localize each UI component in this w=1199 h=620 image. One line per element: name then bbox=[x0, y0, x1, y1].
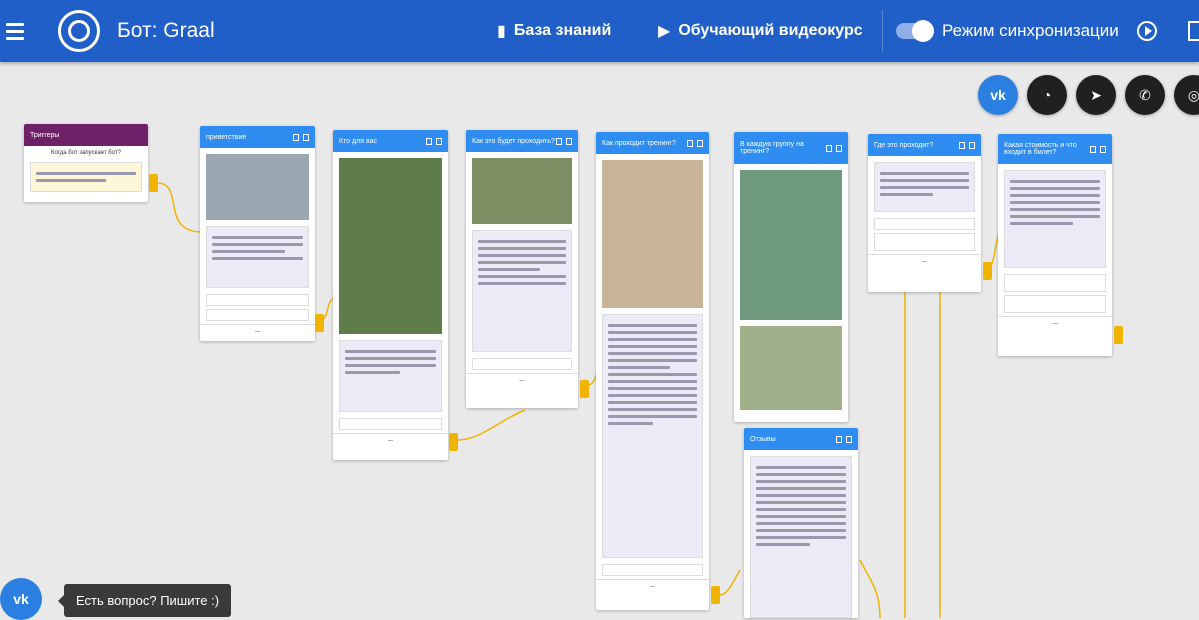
connector-handle[interactable] bbox=[315, 314, 324, 332]
card-header: В каждую группу на тренинг? bbox=[734, 132, 848, 164]
card-title: Отзывы bbox=[750, 435, 776, 443]
delete-icon[interactable] bbox=[846, 435, 852, 443]
add-button-link[interactable]: — bbox=[596, 579, 709, 594]
add-button-link[interactable]: — bbox=[868, 254, 981, 269]
answer-button[interactable] bbox=[206, 294, 309, 306]
answer-button[interactable] bbox=[1004, 274, 1106, 292]
message-text bbox=[750, 456, 852, 618]
delete-icon[interactable] bbox=[303, 133, 309, 141]
card-header: Как проходит тренинг? bbox=[596, 132, 709, 154]
add-button-link[interactable]: — bbox=[333, 433, 448, 448]
answer-button[interactable] bbox=[602, 564, 703, 576]
answer-button[interactable] bbox=[472, 358, 572, 370]
step-card[interactable]: Отзывы bbox=[744, 428, 858, 618]
people-photo bbox=[602, 160, 703, 308]
answer-button[interactable] bbox=[339, 418, 442, 430]
card-header: Какая стоимость и что входит в билет? bbox=[998, 134, 1112, 164]
card-title: Кто для вас bbox=[339, 137, 377, 145]
step-card[interactable]: Как это будет проходить? — bbox=[466, 130, 578, 408]
card-header: Отзывы bbox=[744, 428, 858, 450]
add-button-link[interactable]: — bbox=[200, 324, 315, 339]
video-preview[interactable] bbox=[339, 158, 442, 334]
card-header: Кто для вас bbox=[333, 130, 448, 152]
chat-tooltip[interactable]: Есть вопрос? Пишите :) bbox=[57, 584, 232, 617]
card-title: Какая стоимость и что входит в билет? bbox=[1004, 142, 1077, 156]
copy-icon[interactable] bbox=[293, 133, 299, 141]
connector-handle[interactable] bbox=[983, 262, 992, 280]
delete-icon[interactable] bbox=[566, 137, 572, 145]
group-photo bbox=[206, 154, 309, 220]
answer-button[interactable] bbox=[206, 309, 309, 321]
card-title: Триггеры bbox=[30, 131, 60, 139]
answer-button[interactable] bbox=[874, 233, 975, 251]
delete-icon[interactable] bbox=[1100, 145, 1106, 153]
connector-handle[interactable] bbox=[1114, 326, 1123, 344]
trigger-text bbox=[30, 162, 142, 192]
step-card[interactable]: В каждую группу на тренинг? bbox=[734, 132, 848, 422]
triggers-card[interactable]: Триггеры Когда бот запускает бот? bbox=[24, 124, 148, 202]
message-text bbox=[602, 314, 703, 558]
vk-chat-icon[interactable]: vk bbox=[0, 578, 42, 620]
connector-handle[interactable] bbox=[449, 433, 458, 451]
connector-handle[interactable] bbox=[711, 586, 720, 604]
delete-icon[interactable] bbox=[697, 139, 703, 147]
step-card[interactable]: приветствие — bbox=[200, 126, 315, 341]
group-photo bbox=[472, 158, 572, 224]
step-card[interactable]: Кто для вас — bbox=[333, 130, 448, 460]
card-header: Триггеры bbox=[24, 124, 148, 146]
delete-icon[interactable] bbox=[836, 144, 842, 152]
add-button-link[interactable]: — bbox=[466, 373, 578, 388]
card-header: Где это проходит? bbox=[868, 134, 981, 156]
copy-icon[interactable] bbox=[1090, 145, 1096, 153]
message-text bbox=[339, 340, 442, 412]
delete-icon[interactable] bbox=[436, 137, 442, 145]
copy-icon[interactable] bbox=[826, 144, 832, 152]
delete-icon[interactable] bbox=[969, 141, 975, 149]
copy-icon[interactable] bbox=[426, 137, 432, 145]
answer-button[interactable] bbox=[874, 218, 975, 230]
copy-icon[interactable] bbox=[556, 137, 562, 145]
connector-handle[interactable] bbox=[149, 174, 158, 192]
answer-button[interactable] bbox=[1004, 295, 1106, 313]
connector-handle[interactable] bbox=[580, 380, 589, 398]
card-title: Как проходит тренинг? bbox=[602, 139, 676, 147]
card-header: Как это будет проходить? bbox=[466, 130, 578, 152]
copy-icon[interactable] bbox=[959, 141, 965, 149]
people-photo bbox=[740, 170, 842, 320]
message-text bbox=[1004, 170, 1106, 268]
people-photo bbox=[740, 326, 842, 410]
message-text bbox=[874, 162, 975, 212]
step-card[interactable]: Где это проходит? — bbox=[868, 134, 981, 292]
copy-icon[interactable] bbox=[687, 139, 693, 147]
step-card[interactable]: Как проходит тренинг? — bbox=[596, 132, 709, 610]
card-title: В каждую группу на тренинг? bbox=[740, 141, 804, 155]
step-card[interactable]: Какая стоимость и что входит в билет? — bbox=[998, 134, 1112, 356]
add-button-link[interactable]: — bbox=[998, 316, 1112, 331]
message-text bbox=[206, 226, 309, 288]
card-title: Где это проходит? bbox=[874, 141, 934, 149]
card-title: приветствие bbox=[206, 133, 247, 141]
card-header: приветствие bbox=[200, 126, 315, 148]
copy-icon[interactable] bbox=[836, 435, 842, 443]
card-title: Как это будет проходить? bbox=[472, 137, 555, 145]
trigger-question: Когда бот запускает бот? bbox=[51, 150, 121, 156]
message-text bbox=[472, 230, 572, 352]
